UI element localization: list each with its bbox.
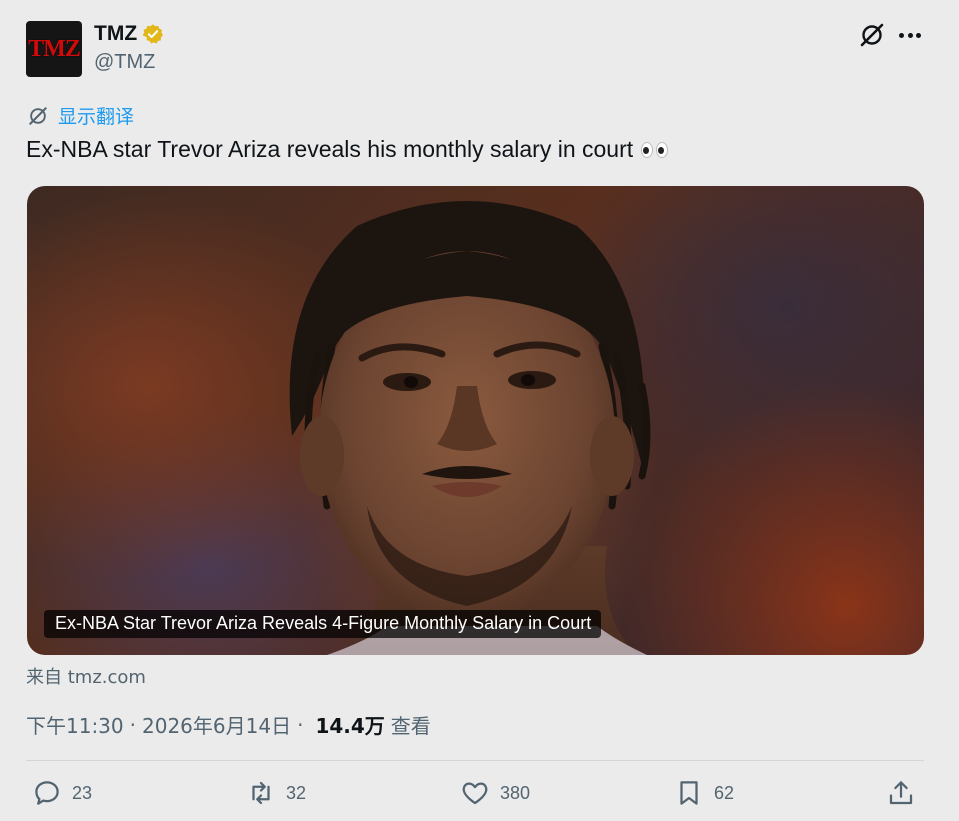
bookmark-button[interactable]: 62: [674, 778, 734, 808]
more-options-icon[interactable]: [897, 22, 923, 48]
tweet-text-body: Ex-NBA star Trevor Ariza reveals his mon…: [26, 136, 634, 162]
grok-translate-icon: [29, 106, 47, 125]
more-dot: [916, 32, 921, 38]
eyes-emoji-icon: [641, 141, 669, 158]
reply-count: 23: [72, 782, 93, 803]
like-count: 380: [500, 782, 531, 803]
tweet-meta: 下午11:30 · 2026年6月14日 · 14.4万 查看: [26, 710, 431, 739]
card-source[interactable]: 来自 tmz.com: [26, 663, 146, 689]
more-dot: [907, 32, 913, 38]
article-photo: [289, 201, 651, 655]
reply-icon: [35, 781, 59, 805]
action-bar: 23 32 380 62: [26, 772, 924, 816]
eye-right: [656, 141, 669, 158]
tweet-time[interactable]: 下午11:30: [26, 710, 124, 739]
retweet-icon: [252, 781, 270, 805]
views-count: 14.4万: [315, 714, 385, 738]
retweet-count: 32: [286, 782, 307, 803]
grok-icon[interactable]: [858, 21, 886, 49]
show-translation-button[interactable]: 显示翻译: [26, 102, 134, 129]
bookmark-icon: [680, 781, 698, 805]
views-label: 查看: [390, 714, 431, 738]
heart-icon: [462, 782, 488, 805]
tweet-date[interactable]: 2026年6月14日: [142, 710, 291, 739]
author-handle[interactable]: @TMZ: [94, 51, 155, 74]
share-button[interactable]: [886, 778, 916, 808]
retweet-button[interactable]: 32: [246, 778, 306, 808]
reply-button[interactable]: 23: [32, 778, 92, 808]
verified-badge-icon: [142, 24, 164, 44]
eye-left: [641, 141, 654, 158]
meta-separator: ·: [297, 712, 304, 737]
show-translation-label: 显示翻译: [58, 106, 135, 128]
author-name-row: TMZ: [94, 22, 164, 46]
tweet-text: Ex-NBA star Trevor Ariza reveals his mon…: [26, 136, 669, 163]
share-icon: [889, 781, 913, 805]
tweet: TMZ TMZ @TMZ 显示翻译 Ex-NBA star Trevor Ari…: [0, 0, 959, 821]
avatar[interactable]: TMZ: [26, 21, 82, 77]
display-name[interactable]: TMZ: [94, 22, 137, 46]
meta-separator: ·: [129, 712, 136, 737]
like-button[interactable]: 380: [460, 778, 530, 808]
link-card[interactable]: Ex-NBA Star Trevor Ariza Reveals 4-Figur…: [27, 186, 924, 655]
more-dot: [899, 32, 904, 38]
card-caption: Ex-NBA Star Trevor Ariza Reveals 4-Figur…: [44, 610, 602, 638]
bookmark-count: 62: [714, 782, 735, 803]
tmz-logo: TMZ: [28, 35, 81, 62]
divider: [26, 760, 924, 761]
